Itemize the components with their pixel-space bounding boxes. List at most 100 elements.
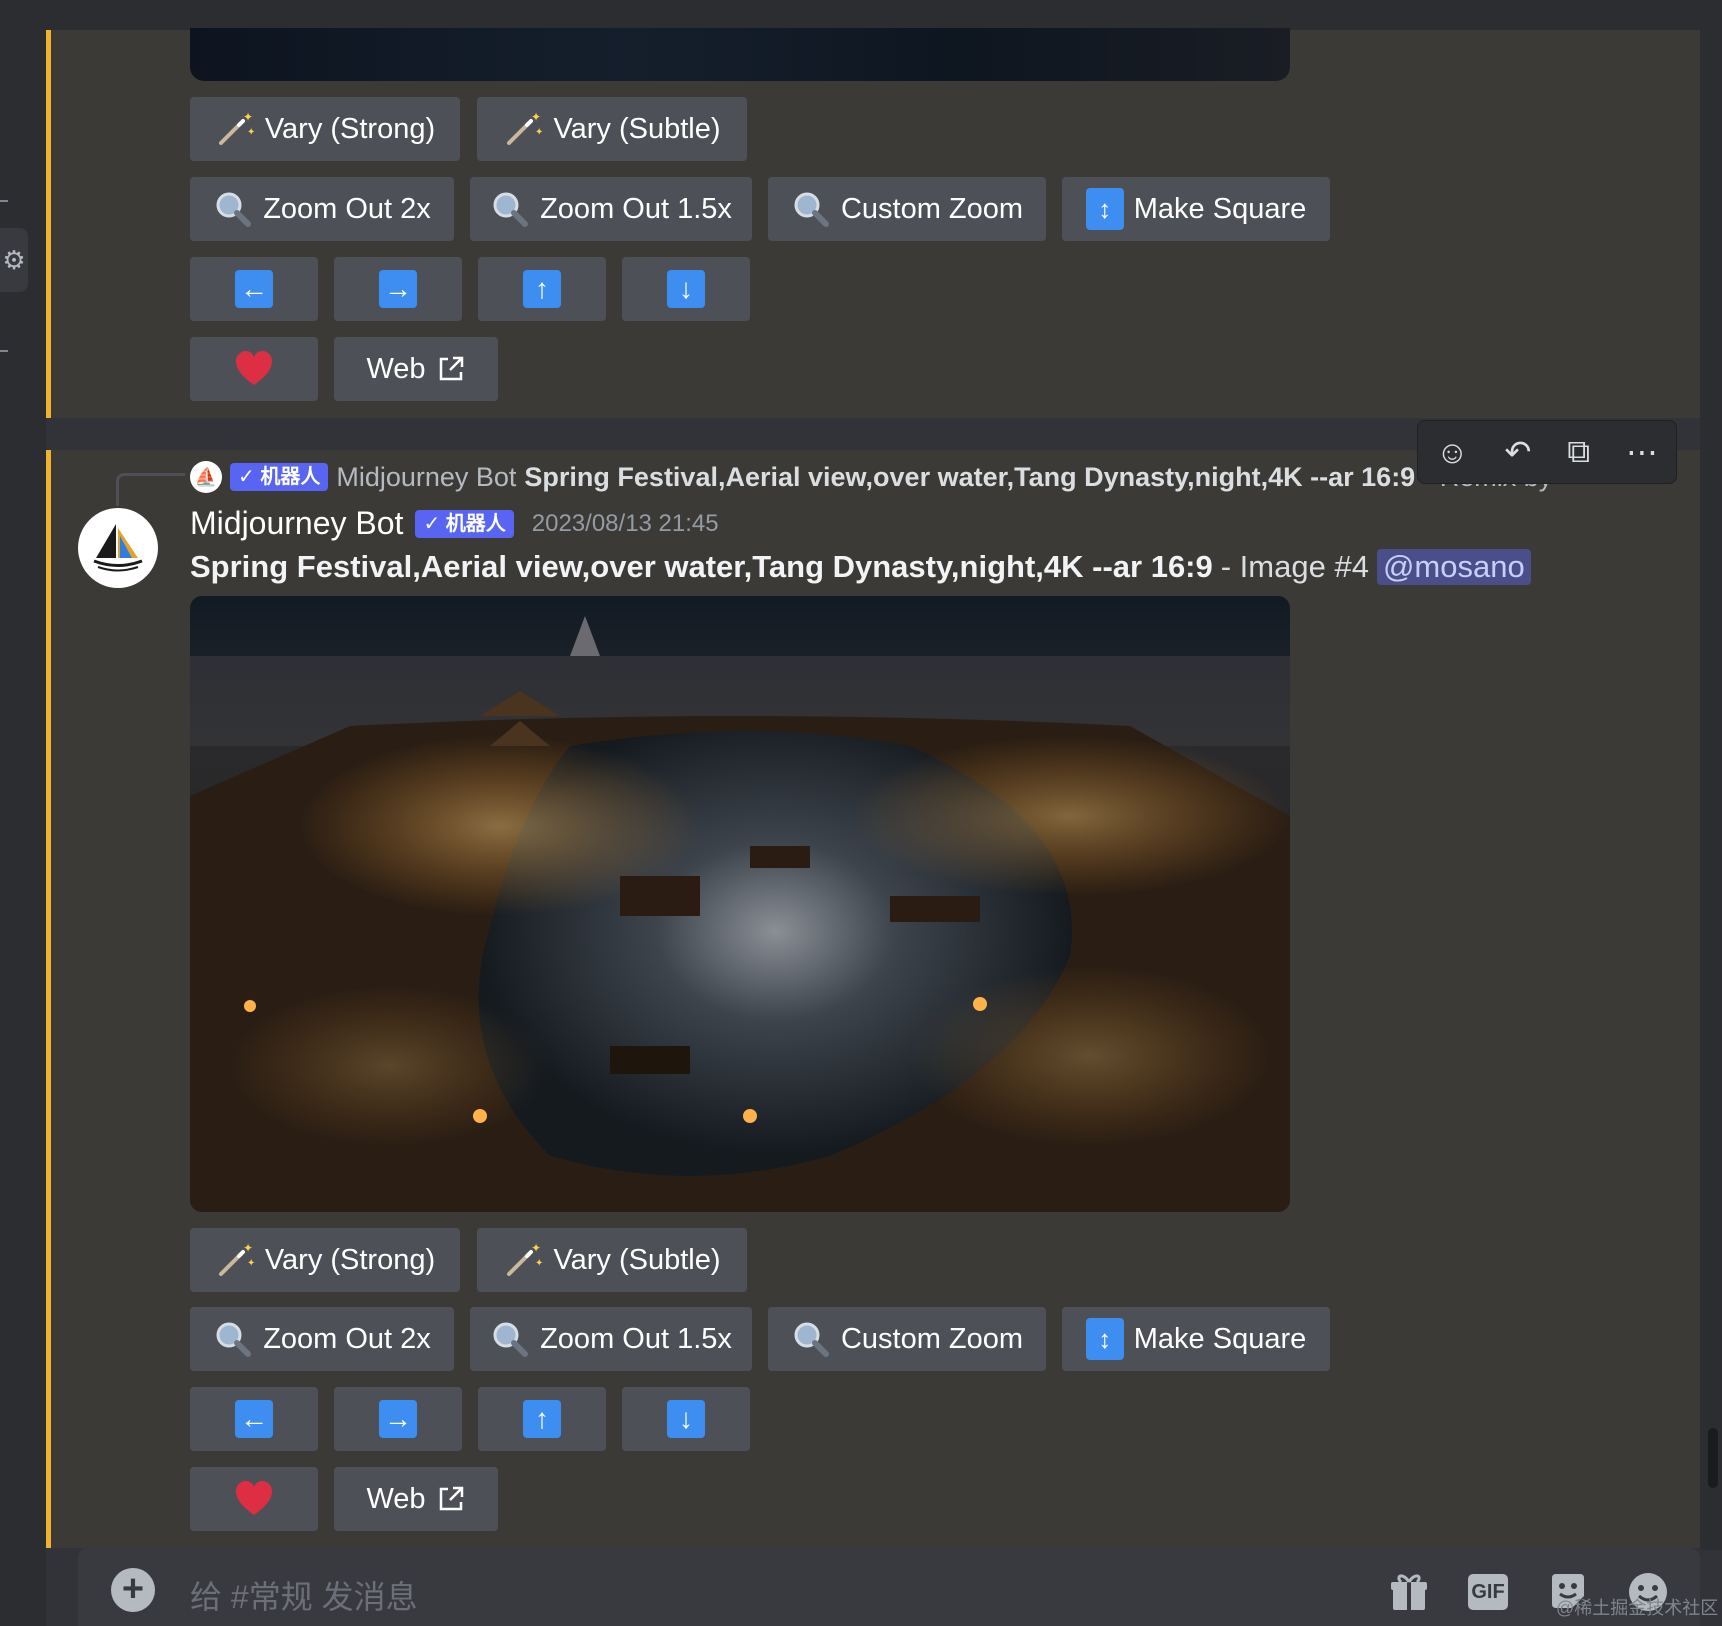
button-label: Zoom Out 1.5x xyxy=(540,1322,732,1355)
zoom-out-2x-button[interactable]: Zoom Out 2x xyxy=(190,177,454,241)
reply-connector xyxy=(116,473,185,506)
magic-wand-icon: ✦✦ xyxy=(507,110,543,145)
author-name[interactable]: Midjourney Bot xyxy=(190,505,403,542)
pan-left-button[interactable]: ← xyxy=(190,257,318,321)
favorite-button[interactable] xyxy=(190,1467,318,1531)
message-content: Spring Festival,Aerial view,over water,T… xyxy=(190,549,1531,585)
button-label: Web xyxy=(366,352,426,385)
message-header: Midjourney Bot ✓ 机器人 2023/08/13 21:45 xyxy=(190,505,719,542)
bot-avatar-small[interactable]: ⛵ xyxy=(190,461,222,493)
add-reaction-icon[interactable]: ☺ xyxy=(1436,434,1469,471)
svg-text:✦: ✦ xyxy=(531,110,541,124)
svg-text:✦: ✦ xyxy=(247,1258,255,1269)
svg-text:✦: ✦ xyxy=(243,1241,253,1255)
svg-text:✦: ✦ xyxy=(531,1241,541,1255)
zoom-out-1-5x-button[interactable]: Zoom Out 1.5x xyxy=(470,177,752,241)
timestamp[interactable]: 2023/08/13 21:45 xyxy=(532,510,719,538)
more-icon[interactable]: ⋯ xyxy=(1626,433,1658,471)
favorite-button[interactable] xyxy=(190,337,318,401)
bot-badge: ✓ 机器人 xyxy=(415,509,514,538)
reply-content[interactable]: Spring Festival,Aerial view,over water,T… xyxy=(524,462,1415,493)
arrow-down-icon: ↓ xyxy=(667,1400,705,1438)
night-festival-river-image xyxy=(190,596,1290,1212)
arrow-left-icon: ← xyxy=(235,270,273,308)
custom-zoom-button[interactable]: Custom Zoom xyxy=(768,1307,1046,1371)
gif-icon[interactable]: GIF xyxy=(1468,1574,1508,1610)
magnifier-icon xyxy=(493,1322,529,1357)
magnifier-icon xyxy=(794,192,829,227)
watermark: @稀土掘金技术社区 xyxy=(1556,1598,1719,1618)
make-square-button[interactable]: ↕ Make Square xyxy=(1062,177,1330,241)
reply-reference[interactable]: ⛵ ✓ 机器人 Midjourney Bot Spring Festival,A… xyxy=(190,458,1552,496)
scrollbar-thumb[interactable] xyxy=(1708,1428,1718,1488)
pan-left-button[interactable]: ← xyxy=(190,1387,318,1451)
magic-wand-icon: ✦✦ xyxy=(507,1241,543,1276)
zoom-out-1-5x-button[interactable]: Zoom Out 1.5x xyxy=(470,1307,752,1371)
arrow-up-icon: ↑ xyxy=(523,270,561,308)
image-number: - Image #4 xyxy=(1220,549,1369,584)
button-label: Web xyxy=(366,1482,426,1515)
top-bar xyxy=(0,0,1722,31)
pan-up-button[interactable]: ↑ xyxy=(478,257,606,321)
vary-subtle-button[interactable]: ✦ ✦ Vary (Subtle) xyxy=(477,1228,747,1292)
pan-right-button[interactable]: → xyxy=(334,1387,462,1451)
button-label: Custom Zoom xyxy=(840,1322,1024,1355)
user-mention[interactable]: @mosano xyxy=(1376,549,1531,585)
arrow-left-icon: ← xyxy=(235,1400,273,1438)
web-link-button[interactable]: Web xyxy=(334,1467,498,1531)
button-label: Make Square xyxy=(1133,192,1307,225)
message-hover-toolbar: ☺ ↶ ⧉ ⋯ xyxy=(1417,420,1677,484)
button-label: Vary (Strong) xyxy=(264,1243,436,1276)
scrollbar-track[interactable] xyxy=(1700,30,1722,1550)
bot-badge: ✓ 机器人 xyxy=(230,463,329,491)
up-down-arrow-icon: ↕ xyxy=(1085,188,1124,230)
magnifier-icon xyxy=(216,1322,252,1357)
up-down-arrow-icon: ↕ xyxy=(1085,1318,1124,1360)
rail-divider xyxy=(0,350,8,352)
button-label: Vary (Strong) xyxy=(264,112,436,145)
pan-down-button[interactable]: ↓ xyxy=(622,257,750,321)
sailboat-logo-icon xyxy=(93,524,143,572)
svg-text:✦: ✦ xyxy=(535,127,543,138)
previous-image-bottom[interactable] xyxy=(190,28,1290,81)
button-label: Zoom Out 2x xyxy=(263,1322,431,1355)
svg-text:✦: ✦ xyxy=(247,127,255,138)
vary-subtle-button[interactable]: ✦ ✦ Vary (Subtle) xyxy=(477,97,747,161)
magic-wand-icon: ✦✦ xyxy=(218,110,255,145)
pan-right-button[interactable]: → xyxy=(334,257,462,321)
button-label: Vary (Subtle) xyxy=(553,112,721,145)
magnifier-icon xyxy=(216,192,252,227)
heart-icon xyxy=(236,351,272,385)
button-label: Zoom Out 2x xyxy=(263,192,431,225)
web-link-button[interactable]: Web xyxy=(334,337,498,401)
arrow-right-icon: → xyxy=(379,270,417,308)
gift-icon[interactable] xyxy=(1387,1570,1431,1614)
vary-strong-button[interactable]: ✦ ✦ Vary (Strong) xyxy=(190,1228,460,1292)
svg-text:✦: ✦ xyxy=(243,110,253,124)
zoom-out-2x-button[interactable]: Zoom Out 2x xyxy=(190,1307,454,1371)
reply-author[interactable]: Midjourney Bot xyxy=(336,462,516,493)
pan-down-button[interactable]: ↓ xyxy=(622,1387,750,1451)
button-label: Make Square xyxy=(1133,1322,1307,1355)
vary-strong-button[interactable]: ✦ ✦ Vary (Strong) xyxy=(190,97,460,161)
add-icon[interactable]: + xyxy=(111,1568,155,1612)
button-label: Vary (Subtle) xyxy=(553,1243,721,1276)
button-label: Zoom Out 1.5x xyxy=(540,192,732,225)
arrow-up-icon: ↑ xyxy=(523,1400,561,1438)
message-input[interactable]: 给 #常规 发消息 xyxy=(190,1572,418,1618)
magnifier-icon xyxy=(493,192,529,227)
button-label: Custom Zoom xyxy=(840,192,1024,225)
create-thread-icon[interactable]: ⧉ xyxy=(1567,433,1590,471)
arrow-right-icon: → xyxy=(379,1400,417,1438)
svg-text:✦: ✦ xyxy=(535,1258,543,1269)
settings-gear-icon[interactable]: ⚙ xyxy=(0,228,28,292)
magic-wand-icon: ✦✦ xyxy=(218,1241,255,1276)
custom-zoom-button[interactable]: Custom Zoom xyxy=(768,177,1046,241)
reply-icon[interactable]: ↶ xyxy=(1505,433,1532,471)
heart-icon xyxy=(236,1481,272,1515)
external-link-icon xyxy=(439,1486,463,1511)
pan-up-button[interactable]: ↑ xyxy=(478,1387,606,1451)
make-square-button[interactable]: ↕ Make Square xyxy=(1062,1307,1330,1371)
generated-image[interactable] xyxy=(190,596,1290,1212)
bot-avatar[interactable] xyxy=(78,508,158,588)
